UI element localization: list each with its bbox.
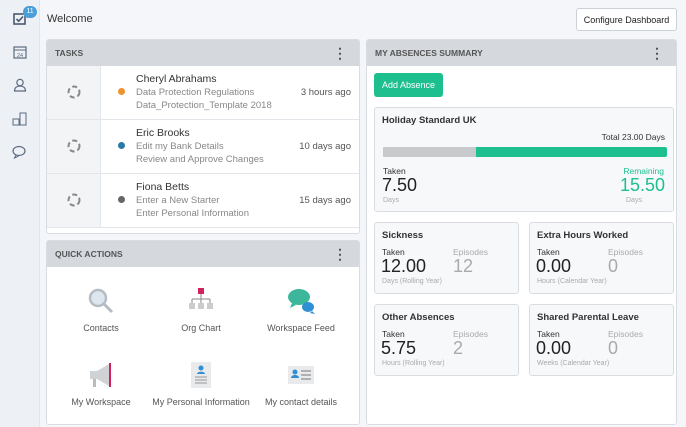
task-row[interactable]: Fiona Betts Enter a New Starter Enter Pe… bbox=[47, 174, 359, 228]
panel-title: TASKS bbox=[55, 48, 84, 58]
more-menu-icon[interactable]: ⋮ bbox=[650, 40, 664, 66]
task-title: Data Protection Regulations bbox=[136, 87, 255, 98]
quick-action-workspace-feed[interactable]: Workspace Feed bbox=[251, 283, 351, 333]
unit-label: Days (Rolling Year) bbox=[382, 278, 442, 285]
quick-action-contacts[interactable]: Contacts bbox=[51, 283, 151, 333]
quick-actions-panel: QUICK ACTIONS ⋮ Contacts Org Chart Workspac… bbox=[46, 240, 360, 425]
unit-label: Hours (Calendar Year) bbox=[537, 278, 607, 285]
quick-action-label: My Workspace bbox=[71, 397, 131, 407]
card-title: Other Absences bbox=[382, 312, 455, 323]
quick-action-my-personal-information[interactable]: My Personal Information bbox=[151, 357, 251, 407]
quick-action-label: Workspace Feed bbox=[267, 323, 335, 333]
card-title: Shared Parental Leave bbox=[537, 312, 639, 323]
holiday-taken-fill bbox=[383, 147, 476, 157]
episodes-value: 12 bbox=[453, 256, 474, 276]
task-row[interactable]: Cheryl Abrahams Data Protection Regulati… bbox=[47, 66, 359, 120]
quick-action-my-workspace[interactable]: My Workspace bbox=[51, 357, 151, 407]
priority-dot bbox=[118, 88, 125, 95]
quick-action-label: My contact details bbox=[264, 397, 338, 407]
task-time: 3 hours ago bbox=[300, 87, 351, 98]
task-time: 10 days ago bbox=[299, 141, 351, 152]
unit-label: Weeks (Calendar Year) bbox=[537, 360, 610, 367]
quick-action-label: My Personal Information bbox=[152, 397, 250, 407]
remaining-unit: Days bbox=[626, 197, 642, 204]
taken-value: 12.00 bbox=[381, 256, 427, 276]
quick-action-my-contact-details[interactable]: My contact details bbox=[251, 357, 351, 407]
holiday-progress-bar bbox=[383, 147, 667, 157]
more-menu-icon[interactable]: ⋮ bbox=[333, 40, 347, 66]
spinner-icon bbox=[67, 85, 81, 99]
taken-value: 7.50 bbox=[382, 175, 418, 195]
task-row[interactable]: Eric Brooks Edit my Bank Details Review … bbox=[47, 120, 359, 174]
configure-dashboard-button[interactable]: Configure Dashboard bbox=[576, 8, 677, 31]
org-icon[interactable] bbox=[11, 110, 29, 128]
page-title: Welcome bbox=[47, 13, 93, 25]
contact-card-icon bbox=[251, 357, 351, 393]
card-title: Sickness bbox=[382, 230, 424, 241]
task-status bbox=[47, 174, 101, 227]
absences-panel: MY ABSENCES SUMMARY ⋮ Add Absence Holiday… bbox=[366, 39, 677, 425]
episodes-value: 2 bbox=[453, 338, 464, 358]
spinner-icon bbox=[67, 139, 81, 153]
holiday-card[interactable]: Holiday Standard UK Total 23.00 Days Tak… bbox=[374, 107, 674, 212]
panel-title: QUICK ACTIONS bbox=[55, 249, 123, 259]
episodes-value: 0 bbox=[608, 338, 619, 358]
episodes-value: 0 bbox=[608, 256, 619, 276]
task-title: Enter a New Starter bbox=[136, 195, 220, 206]
chat-bubbles-icon bbox=[251, 283, 351, 319]
megaphone-icon bbox=[51, 357, 151, 393]
taken-unit: Days bbox=[383, 197, 399, 204]
task-person: Cheryl Abrahams bbox=[136, 73, 217, 85]
search-icon bbox=[51, 283, 151, 319]
sidebar: 11 24 bbox=[0, 0, 40, 427]
quick-action-label: Org Chart bbox=[181, 323, 221, 333]
task-subtitle: Data_Protection_Template 2018 bbox=[136, 100, 272, 111]
taken-value: 5.75 bbox=[381, 338, 417, 358]
taken-value: 0.00 bbox=[536, 338, 572, 358]
calendar-icon[interactable]: 24 bbox=[11, 43, 29, 61]
absence-card-shared-parental-leave[interactable]: Shared Parental Leave Taken 0.00 Episode… bbox=[529, 304, 674, 376]
task-time: 15 days ago bbox=[299, 195, 351, 206]
absence-card-extra-hours-worked[interactable]: Extra Hours Worked Taken 0.00 Episodes 0… bbox=[529, 222, 674, 294]
task-status bbox=[47, 120, 101, 173]
panel-title: MY ABSENCES SUMMARY bbox=[375, 48, 483, 58]
task-status bbox=[47, 66, 101, 119]
task-person: Eric Brooks bbox=[136, 127, 190, 139]
org-chart-icon bbox=[151, 283, 251, 319]
task-subtitle: Review and Approve Changes bbox=[136, 154, 264, 165]
unit-label: Hours (Rolling Year) bbox=[382, 360, 445, 367]
more-menu-icon[interactable]: ⋮ bbox=[333, 241, 347, 267]
task-title: Edit my Bank Details bbox=[136, 141, 224, 152]
absence-card-other-absences[interactable]: Other Absences Taken 5.75 Episodes 2 Hou… bbox=[374, 304, 519, 376]
absence-card-sickness[interactable]: Sickness Taken 12.00 Episodes 12 Days (R… bbox=[374, 222, 519, 294]
priority-dot bbox=[118, 142, 125, 149]
taken-value: 0.00 bbox=[536, 256, 572, 276]
remaining-value: 15.50 bbox=[619, 175, 665, 195]
task-person: Fiona Betts bbox=[136, 181, 190, 193]
holiday-total: Total 23.00 Days bbox=[601, 132, 665, 142]
add-absence-button[interactable]: Add Absence bbox=[374, 73, 443, 97]
task-subtitle: Enter Personal Information bbox=[136, 208, 250, 219]
document-person-icon bbox=[151, 357, 251, 393]
chat-icon[interactable] bbox=[11, 143, 29, 161]
card-title: Holiday Standard UK bbox=[382, 115, 477, 126]
calendar-day: 24 bbox=[17, 53, 23, 59]
quick-action-org-chart[interactable]: Org Chart bbox=[151, 283, 251, 333]
priority-dot bbox=[118, 196, 125, 203]
spinner-icon bbox=[67, 193, 81, 207]
card-title: Extra Hours Worked bbox=[537, 230, 629, 241]
notification-badge: 11 bbox=[23, 6, 37, 18]
tasks-panel: TASKS ⋮ Cheryl Abrahams Data Protection R… bbox=[46, 39, 360, 234]
quick-action-label: Contacts bbox=[83, 323, 119, 333]
user-icon[interactable] bbox=[11, 76, 29, 94]
